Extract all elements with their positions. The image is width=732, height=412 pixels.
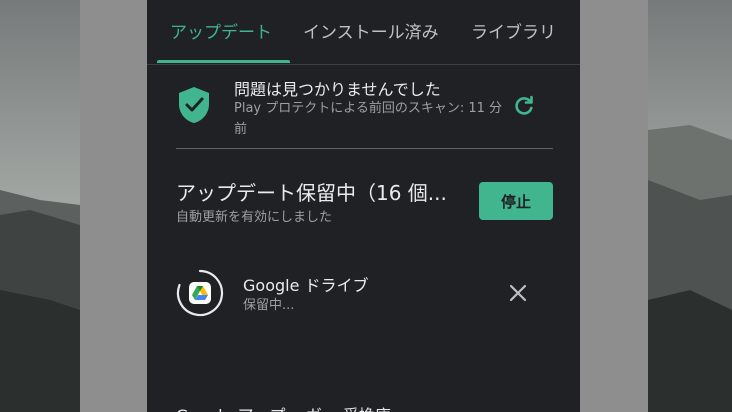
shield-check-icon — [177, 86, 211, 124]
tab-bar: アップデート インストール済み ライブラリ — [147, 0, 580, 65]
pending-updates-title: アップデート保留中（16 個... — [176, 181, 447, 205]
google-drive-icon — [176, 269, 224, 317]
refresh-icon[interactable] — [512, 93, 536, 117]
app-status: 保留中... — [243, 298, 295, 313]
app-list-item[interactable]: Google ドライブ 保留中... — [147, 255, 580, 335]
app-list-item-partial[interactable]: Google アップ... ガー 受換庫 — [176, 402, 391, 412]
app-name: Google ドライブ — [243, 276, 369, 295]
tab-updates[interactable]: アップデート — [170, 18, 272, 43]
protect-status-title: 問題は見つかりませんでした — [234, 80, 441, 99]
section-divider — [176, 148, 553, 149]
stop-button[interactable]: 停止 — [479, 182, 553, 220]
tab-library[interactable]: ライブラリ — [471, 18, 556, 43]
close-icon[interactable] — [507, 282, 529, 304]
auto-update-status: 自動更新を有効にしました — [176, 210, 333, 225]
play-store-updates-panel: アップデート インストール済み ライブラリ 問題は見つかりませんでした Play… — [147, 0, 580, 412]
tab-installed[interactable]: インストール済み — [303, 18, 439, 43]
protect-last-scan: Play プロテクトによる前回のスキャン: 11 分前 — [234, 101, 503, 137]
active-tab-indicator — [157, 60, 290, 63]
